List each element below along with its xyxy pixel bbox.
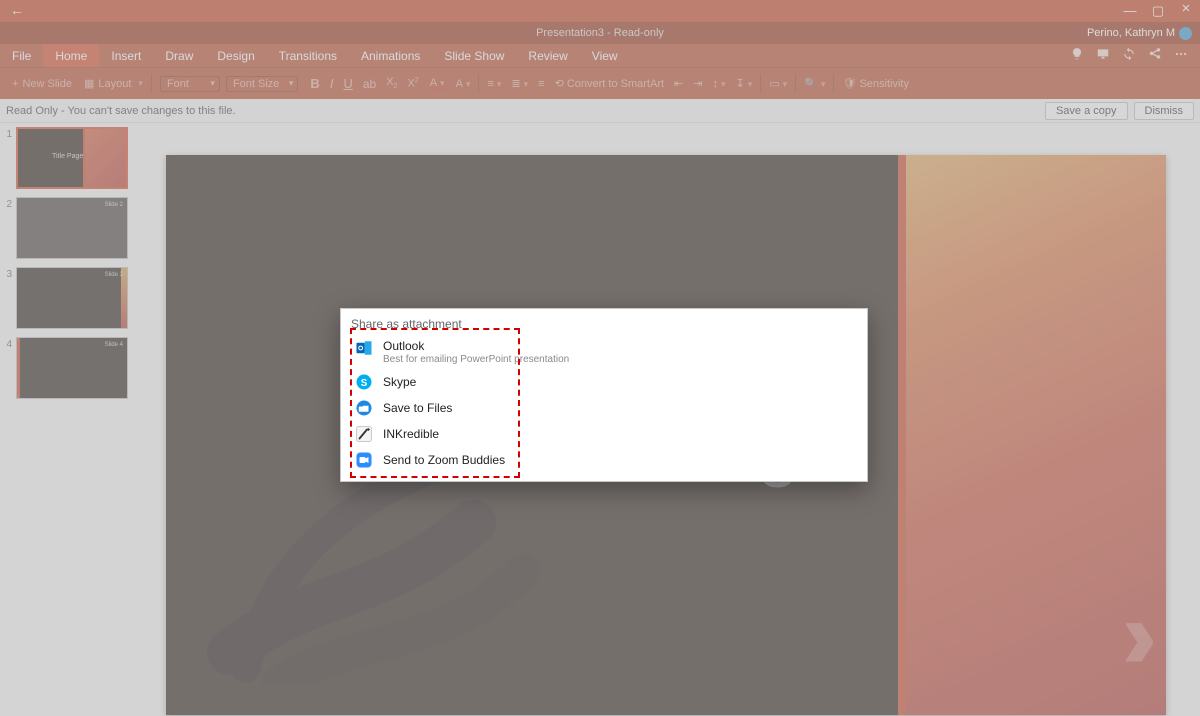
share-attachment-dialog: Share as attachment Outlook Best for ema… [340, 308, 868, 482]
subscript-button[interactable]: X2 [386, 76, 397, 90]
dismiss-button[interactable]: Dismiss [1134, 102, 1195, 120]
tab-design[interactable]: Design [205, 44, 266, 67]
thumb-number: 1 [2, 127, 12, 140]
line-spacing-button[interactable]: ↕ [712, 78, 725, 90]
tab-slideshow[interactable]: Slide Show [432, 44, 516, 67]
ribbon-tabs: File Home Insert Draw Design Transitions… [0, 44, 1200, 67]
skype-icon: S [355, 373, 373, 391]
save-copy-button[interactable]: Save a copy [1045, 102, 1128, 120]
close-icon[interactable]: × [1172, 3, 1200, 19]
thumb-4[interactable]: 4 Slide 4 [2, 337, 130, 399]
tab-review[interactable]: Review [516, 44, 579, 67]
share-skype-label: Skype [383, 375, 416, 389]
files-icon [355, 399, 373, 417]
share-option-inkredible[interactable]: INKredible [341, 421, 867, 447]
sync-icon[interactable] [1122, 47, 1136, 64]
font-color-button[interactable]: A [429, 77, 446, 91]
thumb-number: 4 [2, 337, 12, 350]
minimize-icon[interactable]: — [1116, 3, 1144, 19]
superscript-button[interactable]: X2 [407, 77, 418, 90]
strike-button[interactable]: ab [363, 77, 376, 91]
thumb-1[interactable]: 1 Title Page [2, 127, 130, 189]
thumb-2-title: Slide 2 [105, 202, 123, 208]
back-arrow-icon[interactable]: ← [0, 2, 34, 20]
read-only-message-bar: Read Only - You can't save changes to th… [0, 99, 1200, 123]
chevron-decoration-icon: ›››› [1123, 579, 1136, 691]
thumb-number: 2 [2, 197, 12, 210]
tab-draw[interactable]: Draw [153, 44, 205, 67]
share-option-save-files[interactable]: Save to Files [341, 395, 867, 421]
share-outlook-label: Outlook [383, 339, 569, 353]
italic-button[interactable]: I [330, 76, 334, 91]
tab-view[interactable]: View [580, 44, 630, 67]
share-option-skype[interactable]: S Skype [341, 369, 867, 395]
overflow-icon[interactable] [1174, 47, 1188, 64]
numbering-button[interactable]: ≣ [511, 77, 528, 90]
thumb-3-title: Slide 3 [105, 272, 123, 278]
user-name: Perino, Kathryn M [1087, 27, 1175, 39]
new-slide-button[interactable]: + New Slide [12, 78, 72, 90]
read-only-text: Read Only - You can't save changes to th… [6, 105, 236, 117]
thumb-1-title: Title Page [52, 153, 83, 160]
thumb-2[interactable]: 2 Slide 2 [2, 197, 130, 259]
present-icon[interactable] [1096, 47, 1110, 64]
window-controls: — ▢ × [1116, 3, 1200, 19]
layout-button[interactable]: ▦ Layout [84, 77, 143, 90]
find-button[interactable]: 🔍 [804, 77, 825, 90]
user-account[interactable]: Perino, Kathryn M [1087, 27, 1200, 40]
indent-left-button[interactable]: ⇤ [674, 77, 683, 90]
title-bar: Presentation3 - Read-only Perino, Kathry… [0, 22, 1200, 44]
share-dialog-title: Share as attachment [341, 309, 867, 337]
bold-button[interactable]: B [310, 76, 319, 91]
indent-right-button[interactable]: ⇥ [693, 77, 702, 90]
highlight-button[interactable]: A [456, 78, 471, 90]
share-icon[interactable] [1148, 47, 1162, 64]
share-outlook-sub: Best for emailing PowerPoint presentatio… [383, 354, 569, 365]
font-size-combo[interactable]: Font Size [226, 76, 298, 92]
ribbon-toolbar: + New Slide ▦ Layout Font Font Size B I … [0, 67, 1200, 99]
tab-file[interactable]: File [0, 44, 43, 67]
thumb-3[interactable]: 3 Slide 3 [2, 267, 130, 329]
shapes-button[interactable]: ▭ [769, 77, 787, 90]
underline-button[interactable]: U [343, 76, 352, 91]
share-inkredible-label: INKredible [383, 427, 439, 441]
thumb-4-title: Slide 4 [105, 342, 123, 348]
svg-text:S: S [361, 378, 368, 389]
tab-animations[interactable]: Animations [349, 44, 432, 67]
bullets-button[interactable]: ≡ [487, 78, 501, 90]
sensitivity-button[interactable]: 🛡 Sensitivity [842, 77, 909, 90]
inkredible-icon [355, 425, 373, 443]
lightbulb-icon[interactable] [1070, 47, 1084, 64]
share-zoom-label: Send to Zoom Buddies [383, 453, 505, 467]
thumb-number: 3 [2, 267, 12, 280]
share-files-label: Save to Files [383, 401, 452, 415]
document-title: Presentation3 - Read-only [0, 27, 1200, 39]
slide-thumbnails-panel: 1 Title Page 2 Slide 2 3 Slide 3 4 Slide… [0, 123, 132, 716]
tab-transitions[interactable]: Transitions [267, 44, 349, 67]
tab-insert[interactable]: Insert [99, 44, 153, 67]
tab-home[interactable]: Home [43, 44, 99, 67]
title-bar-top: ← — ▢ × [0, 0, 1200, 22]
avatar-icon [1179, 27, 1192, 40]
outlook-icon [355, 339, 373, 357]
share-option-zoom[interactable]: Send to Zoom Buddies [341, 447, 867, 473]
share-option-outlook[interactable]: Outlook Best for emailing PowerPoint pre… [341, 337, 867, 369]
align-button[interactable]: ≡ [538, 78, 544, 90]
convert-smartart-button[interactable]: ⟲ Convert to SmartArt [555, 77, 664, 90]
font-name-combo[interactable]: Font [160, 76, 220, 92]
maximize-icon[interactable]: ▢ [1144, 3, 1172, 19]
text-direction-button[interactable]: ↧ [736, 77, 753, 90]
zoom-icon [355, 451, 373, 469]
